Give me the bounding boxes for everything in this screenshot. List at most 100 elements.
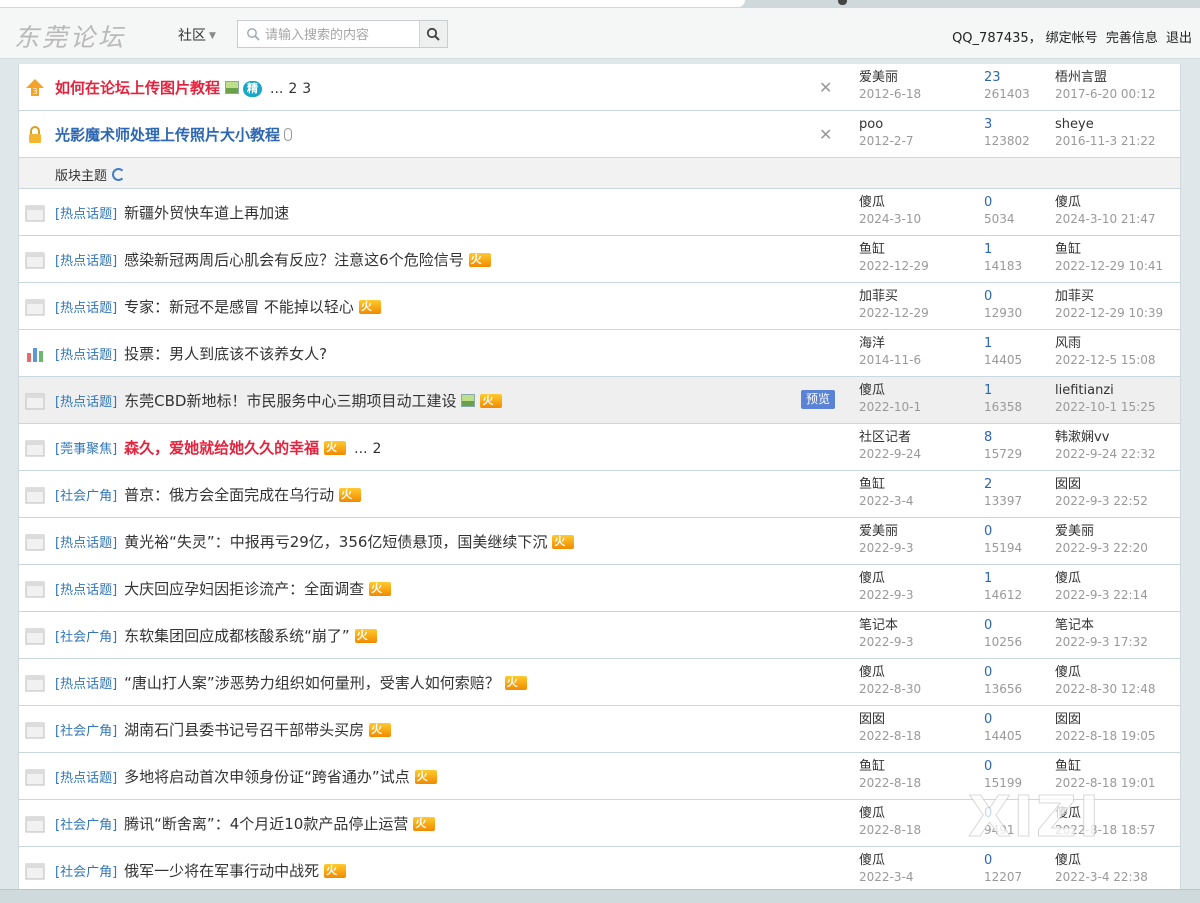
thread-title-link[interactable]: 投票：男人到底该不该养女人? [124, 345, 327, 363]
last-post-time[interactable]: 2022-9-3 22:14 [1055, 587, 1148, 603]
thread-category-link[interactable]: [社会广角] [55, 630, 117, 645]
last-post-time[interactable]: 2022-8-18 19:05 [1055, 728, 1156, 744]
author-name[interactable]: 傻瓜 [859, 383, 885, 398]
author-name[interactable]: 爱美丽 [859, 70, 898, 85]
thread-title-link[interactable]: 腾讯“断舍离”：4个月近10款产品停止运营 [124, 815, 408, 833]
thread-category-link[interactable]: [热点话题] [55, 771, 117, 786]
author-name[interactable]: 鱼缸 [859, 242, 885, 257]
thread-title-link[interactable]: 新疆外贸快车道上再加速 [124, 204, 289, 222]
last-post-time[interactable]: 2022-10-1 15:25 [1055, 399, 1156, 415]
thread-category-link[interactable]: [热点话题] [55, 395, 117, 410]
last-post-time[interactable]: 2022-12-29 10:41 [1055, 258, 1163, 274]
thread-title-link[interactable]: 如何在论坛上传图片教程 [55, 79, 220, 97]
reply-count[interactable]: 1 [984, 242, 1022, 258]
author-name[interactable]: poo [859, 117, 883, 132]
reply-count[interactable]: 1 [984, 571, 1022, 587]
logout-link[interactable]: 退出 [1166, 31, 1192, 46]
username-link[interactable]: QQ_787435， [952, 31, 1042, 46]
thread-category-link[interactable]: [社会广角] [55, 865, 117, 880]
thread-title-link[interactable]: 普京：俄方会全面完成在乌行动 [124, 486, 334, 504]
thread-title-link[interactable]: 森久，爱她就给她久久的幸福 [124, 439, 319, 457]
last-poster[interactable]: 傻瓜 [1055, 195, 1081, 210]
reply-count[interactable]: 0 [984, 806, 1015, 822]
reply-count[interactable]: 3 [984, 117, 1030, 133]
last-poster[interactable]: 加菲买 [1055, 289, 1094, 304]
community-menu[interactable]: 社区 ▼ [178, 25, 216, 45]
author-name[interactable]: 囡囡 [859, 712, 885, 727]
author-name[interactable]: 傻瓜 [859, 665, 885, 680]
last-post-time[interactable]: 2024-3-10 21:47 [1055, 211, 1156, 227]
author-name[interactable]: 鱼缸 [859, 759, 885, 774]
preview-button[interactable]: 预览 [801, 390, 836, 409]
last-post-time[interactable]: 2017-6-20 00:12 [1055, 86, 1156, 102]
author-name[interactable]: 社区记者 [859, 430, 911, 445]
last-post-time[interactable]: 2022-9-3 22:20 [1055, 540, 1148, 556]
search-button[interactable] [419, 21, 447, 47]
thread-category-link[interactable]: [热点话题] [55, 348, 117, 363]
thread-title-link[interactable]: 多地将启动首次申领身份证“跨省通办”试点 [124, 768, 410, 786]
last-poster[interactable]: 风雨 [1055, 336, 1081, 351]
author-name[interactable]: 傻瓜 [859, 806, 885, 821]
page-link[interactable]: 2 [373, 441, 382, 457]
site-logo[interactable]: 东莞论坛 [14, 18, 126, 54]
page-link[interactable]: 2 [288, 81, 297, 97]
thread-title-link[interactable]: 俄军一少将在军事行动中战死 [124, 862, 319, 880]
author-name[interactable]: 海洋 [859, 336, 885, 351]
reply-count[interactable]: 0 [984, 712, 1022, 728]
last-poster[interactable]: 梧州言盟 [1055, 70, 1107, 85]
page-link[interactable]: 3 [302, 81, 311, 97]
last-post-time[interactable]: 2022-8-18 19:01 [1055, 775, 1156, 791]
reply-count[interactable]: 0 [984, 524, 1022, 540]
author-name[interactable]: 傻瓜 [859, 195, 885, 210]
thread-category-link[interactable]: [热点话题] [55, 301, 117, 316]
last-post-time[interactable]: 2022-12-5 15:08 [1055, 352, 1156, 368]
last-post-time[interactable]: 2022-8-30 12:48 [1055, 681, 1156, 697]
last-poster[interactable]: 傻瓜 [1055, 853, 1081, 868]
last-poster[interactable]: 鱼缸 [1055, 242, 1081, 257]
reply-count[interactable]: 2 [984, 477, 1022, 493]
thread-title-link[interactable]: 湖南石门县委书记号召干部带头买房 [124, 721, 364, 739]
thread-category-link[interactable]: [社会广角] [55, 489, 117, 504]
refresh-icon[interactable] [112, 168, 126, 181]
thread-category-link[interactable]: [热点话题] [55, 583, 117, 598]
last-post-time[interactable]: 2022-9-3 17:32 [1055, 634, 1148, 650]
last-post-time[interactable]: 2022-3-4 22:38 [1055, 869, 1148, 885]
last-poster[interactable]: 鱼缸 [1055, 759, 1081, 774]
reply-count[interactable]: 1 [984, 383, 1022, 399]
thread-title-link[interactable]: “唐山打人案”涉恶势力组织如何量刑，受害人如何索赔？ [124, 674, 500, 692]
last-post-time[interactable]: 2016-11-3 21:22 [1055, 133, 1156, 149]
last-poster[interactable]: 傻瓜 [1055, 806, 1081, 821]
last-post-time[interactable]: 2022-9-3 22:52 [1055, 493, 1148, 509]
thread-title-link[interactable]: 光影魔术师处理上传照片大小教程 [55, 126, 280, 144]
reply-count[interactable]: 0 [984, 665, 1022, 681]
last-poster[interactable]: liefitianzi [1055, 383, 1114, 398]
last-poster[interactable]: 傻瓜 [1055, 571, 1081, 586]
thread-category-link[interactable]: [社会广角] [55, 818, 117, 833]
thread-category-link[interactable]: [热点话题] [55, 677, 117, 692]
thread-category-link[interactable]: [热点话题] [55, 254, 117, 269]
author-name[interactable]: 加菲买 [859, 289, 898, 304]
reply-count[interactable]: 0 [984, 618, 1022, 634]
last-poster[interactable]: 爱美丽 [1055, 524, 1094, 539]
thread-title-link[interactable]: 大庆回应孕妇因拒诊流产：全面调查 [124, 580, 364, 598]
author-name[interactable]: 笔记本 [859, 618, 898, 633]
last-post-time[interactable]: 2022-9-24 22:32 [1055, 446, 1156, 462]
reply-count[interactable]: 0 [984, 195, 1015, 211]
reply-count[interactable]: 23 [984, 70, 1030, 86]
bind-account-link[interactable]: 绑定帐号 [1046, 31, 1098, 46]
last-poster[interactable]: 笔记本 [1055, 618, 1094, 633]
author-name[interactable]: 傻瓜 [859, 571, 885, 586]
thread-title-link[interactable]: 专家：新冠不是感冒 不能掉以轻心 [124, 298, 354, 316]
close-icon[interactable]: ✕ [819, 78, 832, 97]
thread-category-link[interactable]: [社会广角] [55, 724, 117, 739]
thread-title-link[interactable]: 感染新冠两周后心肌会有反应？注意这6个危险信号 [124, 251, 464, 269]
thread-category-link[interactable]: [热点话题] [55, 536, 117, 551]
last-post-time[interactable]: 2022-8-18 18:57 [1055, 822, 1156, 838]
complete-info-link[interactable]: 完善信息 [1106, 31, 1158, 46]
last-poster[interactable]: 囡囡 [1055, 477, 1081, 492]
thread-title-link[interactable]: 东软集团回应成都核酸系统“崩了” [124, 627, 350, 645]
reply-count[interactable]: 0 [984, 289, 1022, 305]
thread-category-link[interactable]: [莞事聚焦] [55, 442, 117, 457]
author-name[interactable]: 鱼缸 [859, 477, 885, 492]
thread-category-link[interactable]: [热点话题] [55, 207, 117, 222]
